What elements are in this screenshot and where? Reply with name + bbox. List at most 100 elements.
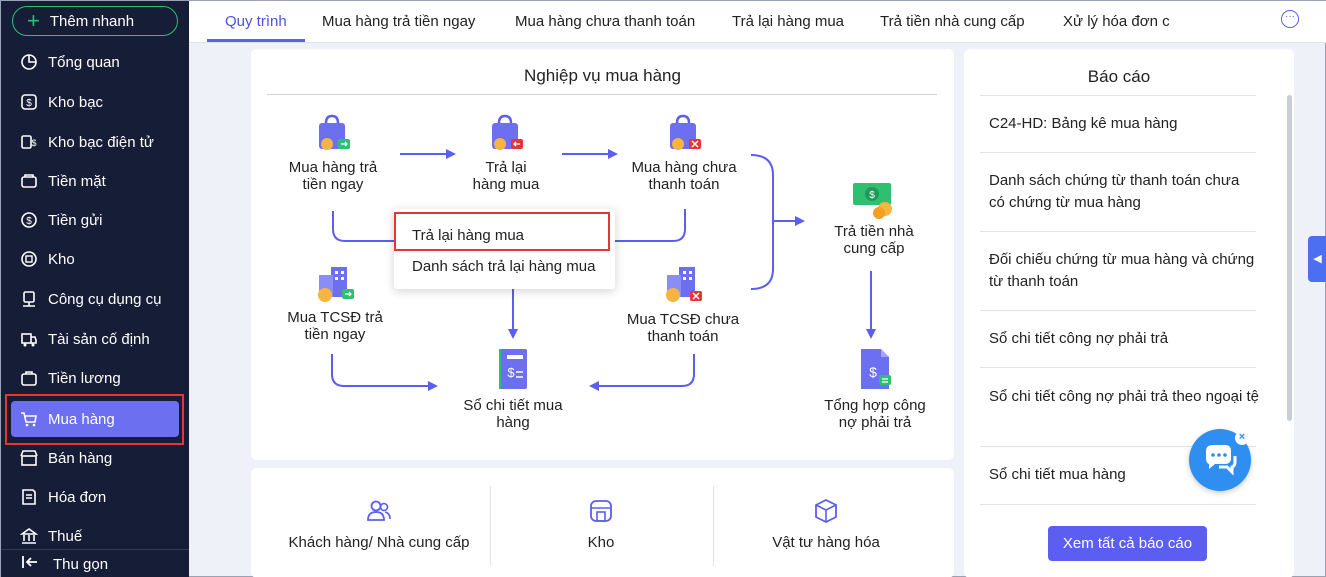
report-item[interactable]: Danh sách chứng từ thanh toán chưa có ch…	[989, 170, 1259, 214]
node-ledger[interactable]: $ Sổ chi tiết mua hàng	[457, 347, 569, 431]
sidebar-item-label: Tiền mặt	[48, 172, 106, 190]
ledger-book-icon: $	[499, 349, 527, 389]
report-item[interactable]: C24-HD: Bảng kê mua hàng	[989, 113, 1259, 135]
sidebar-item-label: Hóa đơn	[48, 488, 107, 506]
sidebar-item-treasury[interactable]: $ Kho bạc	[11, 84, 179, 120]
users-icon	[367, 500, 391, 521]
sidebar-item-label: Kho bạc điện tử	[48, 133, 154, 151]
sidebar-item-fixed-asset[interactable]: Tài sản cố định	[11, 321, 179, 357]
shopping-bag-return-icon	[492, 114, 523, 150]
svg-text:$: $	[26, 98, 32, 109]
node-buy-unpaid-label: Mua hàng chưa thanh toán	[631, 159, 737, 193]
warehouse-icon	[19, 249, 39, 269]
box-icon	[815, 498, 837, 524]
tab-buy-pay-now[interactable]: Mua hàng trả tiền ngay	[322, 13, 475, 30]
sidebar-item-label: Tiền gửi	[48, 211, 103, 229]
quick-add-label: Thêm nhanh	[49, 12, 135, 30]
report-item[interactable]: Đối chiếu chứng từ mua hàng và chứng từ …	[989, 249, 1259, 293]
node-return-label: Trả lại hàng mua	[472, 159, 540, 193]
node-buy-pay-now-label: Mua hàng trả tiền ngay	[288, 159, 378, 193]
sidebar-item-warehouse[interactable]: Kho	[11, 241, 179, 277]
svg-text:$: $	[869, 364, 877, 380]
node-asset-pay-now-label: Mua TCSĐ trả tiền ngay	[287, 309, 383, 343]
report-scrollbar[interactable]	[1287, 95, 1292, 421]
category-goods-label: Vật tư hàng hóa	[772, 534, 880, 551]
sidebar-item-tools[interactable]: Công cụ dụng cụ	[11, 281, 179, 317]
tools-icon	[19, 289, 39, 309]
node-asset-unpaid[interactable]: Mua TCSĐ chưa thanh toán	[621, 265, 745, 345]
node-asset-unpaid-label: Mua TCSĐ chưa thanh toán	[626, 311, 740, 345]
collapse-button[interactable]: Thu gọn	[1, 549, 189, 577]
tab-bar: Quy trình Mua hàng trả tiền ngay Mua hàn…	[189, 1, 1326, 43]
tab-invoice-processing[interactable]: Xử lý hóa đơn c	[1063, 13, 1170, 30]
dashboard-icon	[19, 52, 39, 72]
sidebar-item-deposit[interactable]: $ Tiền gửi	[11, 202, 179, 238]
tab-pay-supplier[interactable]: Trả tiền nhà cung cấp	[880, 13, 1025, 30]
shopping-bag-icon	[319, 114, 350, 150]
tab-process[interactable]: Quy trình	[225, 13, 287, 30]
node-buy-pay-now[interactable]: Mua hàng trả tiền ngay	[279, 113, 387, 193]
node-pay-supplier-label: Trả tiền nhà cung cấp	[834, 223, 914, 257]
svg-text:$: $	[31, 138, 36, 148]
highlight-box-purchase	[5, 394, 184, 445]
salary-icon	[19, 368, 39, 388]
sidebar-item-overview[interactable]: Tổng quan	[11, 44, 179, 80]
report-item[interactable]: Sổ chi tiết công nợ phải trả theo ngoại …	[989, 386, 1259, 408]
category-goods[interactable]: Vật tư hàng hóa	[751, 498, 901, 551]
plus-icon: +	[27, 8, 40, 33]
sidebar-item-label: Kho bạc	[48, 93, 104, 111]
category-warehouse[interactable]: Kho	[541, 498, 661, 551]
node-buy-unpaid[interactable]: Mua hàng chưa thanh toán	[623, 113, 745, 193]
cash-icon	[19, 171, 39, 191]
svg-text:$: $	[869, 190, 875, 201]
shopping-bag-unpaid-icon	[670, 114, 701, 150]
more-options-icon[interactable]: ···	[1281, 10, 1299, 28]
tab-return[interactable]: Trả lại hàng mua	[732, 13, 844, 30]
sidebar-item-label: Công cụ dụng cụ	[48, 290, 162, 308]
view-all-reports-button[interactable]: Xem tất cả báo cáo	[1048, 526, 1207, 561]
node-ledger-label: Sổ chi tiết mua hàng	[463, 397, 563, 431]
money-payment-icon: $	[853, 183, 892, 219]
node-pay-supplier[interactable]: $ Trả tiền nhà cung cấp	[819, 179, 929, 257]
deposit-icon: $	[19, 210, 39, 230]
report-title: Báo cáo	[1087, 67, 1151, 86]
building-unpaid-icon	[666, 267, 702, 302]
category-customers[interactable]: Khách hàng/ Nhà cung cấp	[279, 498, 479, 551]
quick-add-button[interactable]: + Thêm nhanh	[12, 6, 178, 36]
highlight-box-return	[394, 212, 610, 251]
svg-text:$: $	[507, 365, 515, 380]
category-customers-label: Khách hàng/ Nhà cung cấp	[288, 534, 470, 551]
report-item[interactable]: Sổ chi tiết công nợ phải trả	[989, 328, 1259, 350]
panel-toggle-icon[interactable]: ◀	[1308, 236, 1326, 282]
menu-item-return-list[interactable]: Danh sách trả lại hàng mua	[412, 258, 595, 275]
warehouse-store-icon	[590, 500, 612, 522]
sidebar-item-label: Tiền lương	[48, 369, 121, 387]
node-summary[interactable]: $ Tổng hợp công nợ phải trả	[817, 347, 933, 431]
treasury-icon: $	[19, 92, 39, 112]
sidebar-item-sales[interactable]: Bán hàng	[11, 440, 179, 476]
collapse-icon	[21, 555, 39, 573]
collapse-label: Thu gọn	[53, 555, 109, 573]
node-summary-label: Tổng hợp công nợ phải trả	[824, 397, 926, 431]
chat-close-icon[interactable]: ×	[1235, 431, 1249, 445]
summary-report-icon: $	[861, 349, 891, 389]
e-treasury-icon: $	[19, 132, 39, 152]
node-asset-pay-now[interactable]: Mua TCSĐ trả tiền ngay	[279, 265, 391, 343]
sidebar-item-label: Thuế	[48, 527, 83, 545]
invoice-icon	[19, 487, 39, 507]
tab-buy-unpaid[interactable]: Mua hàng chưa thanh toán	[515, 13, 695, 30]
category-panel: Khách hàng/ Nhà cung cấp Kho Vật tư hàng…	[251, 468, 954, 577]
fixed-asset-icon	[19, 329, 39, 349]
node-return[interactable]: Trả lại hàng mua	[456, 113, 556, 193]
sales-icon	[19, 448, 39, 468]
category-warehouse-label: Kho	[587, 534, 615, 551]
building-pay-icon	[318, 267, 354, 302]
sidebar-item-label: Tổng quan	[48, 53, 120, 71]
sidebar-item-invoice[interactable]: Hóa đơn	[11, 479, 179, 515]
sidebar-item-label: Tài sản cố định	[48, 330, 150, 348]
sidebar-item-cash[interactable]: Tiền mặt	[11, 163, 179, 199]
sidebar-item-salary[interactable]: Tiền lương	[11, 360, 179, 396]
sidebar-item-label: Bán hàng	[48, 449, 113, 467]
sidebar-item-e-treasury[interactable]: $ Kho bạc điện tử	[11, 124, 179, 160]
report-panel: Báo cáo C24-HD: Bảng kê mua hàng Danh sá…	[964, 49, 1294, 577]
